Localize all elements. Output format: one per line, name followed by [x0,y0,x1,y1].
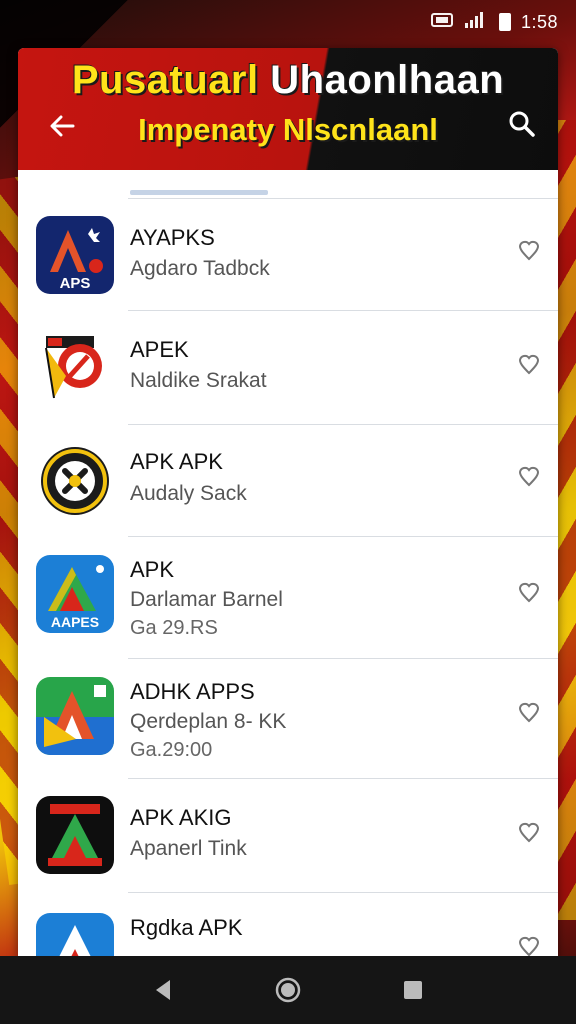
app-name: APK AKIG [130,805,232,830]
app-icon-rgdka-apk [36,913,114,958]
page-title-part1: Pusatuarl [71,58,259,102]
app-icon-apk-akig [36,796,114,874]
app-description: Audaly Sack [130,482,247,505]
app-meta: Ga.29:00 [130,739,213,761]
app-name: ADHK APPS [130,679,255,704]
list-item[interactable]: ADHK APPS Qerdeplan 8- KK Ga.29:00 [36,658,558,778]
app-name: APEK [130,337,189,362]
page-title-part2: Uhaonlhaan [270,58,505,102]
app-meta: Ga 29.RS [130,617,218,639]
app-icon-label: AAPES [51,614,99,630]
status-bar: 1:58 [0,0,576,44]
signal-icon [463,11,489,34]
page-subtitle: Impenaty Nlscnlaanl [138,112,438,147]
favorite-icon[interactable] [518,935,540,957]
app-description: Qerdeplan 8- KK [130,710,287,733]
status-time: 1:58 [520,11,558,32]
battery-icon [498,13,511,31]
scroll-indicator [130,190,268,195]
app-icon-apek [36,328,114,406]
favorite-icon[interactable] [518,353,540,375]
app-name: Rgdka APK [130,915,243,940]
list-item[interactable]: APK APK Audaly Sack [36,424,558,536]
favorite-icon[interactable] [518,239,540,261]
nav-home-button[interactable] [268,970,308,1010]
list-item[interactable]: APS AYAPKS Agdaro Tadbck [36,198,558,310]
app-name: AYAPKS [130,225,215,250]
app-description: Apanerl Tink [130,837,247,860]
nav-recents-button[interactable] [393,970,433,1010]
favorite-icon[interactable] [518,465,540,487]
favorite-icon[interactable] [518,581,540,603]
app-icon-apk: AAPES [36,555,114,633]
app-name: APK APK [130,449,223,474]
nav-home-icon [275,977,301,1003]
app-icon-apk-apk [36,442,114,520]
back-button[interactable] [42,106,82,146]
header: Pusatuarl Uhaonlhaan Impenaty Nlscnlaanl [18,48,558,170]
search-button[interactable] [502,104,542,144]
app-description: Agdaro Tadbck [130,257,270,280]
list-item[interactable]: APK AKIG Apanerl Tink [36,778,558,892]
nav-recents-icon [404,981,423,999]
list-item[interactable]: AAPES APK Darlamar Barnel Ga 29.RS [36,536,558,658]
favorite-icon[interactable] [518,821,540,843]
search-icon [509,111,535,137]
app-list: APS AYAPKS Agdaro Tadbck APEK Naldike Sr… [18,198,558,958]
back-arrow-icon [50,115,75,137]
list-item[interactable]: APEK Naldike Srakat [36,310,558,424]
system-nav-bar [0,956,576,1024]
list-item[interactable]: Rgdka APK [36,892,558,958]
page-title: Pusatuarl Uhaonlhaan [18,58,558,103]
app-description: Darlamar Barnel [130,588,283,611]
app-icon-adhk-apps [36,677,114,755]
favorite-icon[interactable] [518,701,540,723]
app-description: Naldike Srakat [130,369,267,392]
notification-icon [430,12,453,33]
nav-back-icon [155,980,170,1000]
app-name: APK [130,557,175,582]
app-icon-label: APS [60,275,91,292]
app-list-window: Pusatuarl Uhaonlhaan Impenaty Nlscnlaanl [18,48,558,958]
nav-back-button[interactable] [143,970,183,1010]
app-icon-ayapks: APS [36,216,114,294]
